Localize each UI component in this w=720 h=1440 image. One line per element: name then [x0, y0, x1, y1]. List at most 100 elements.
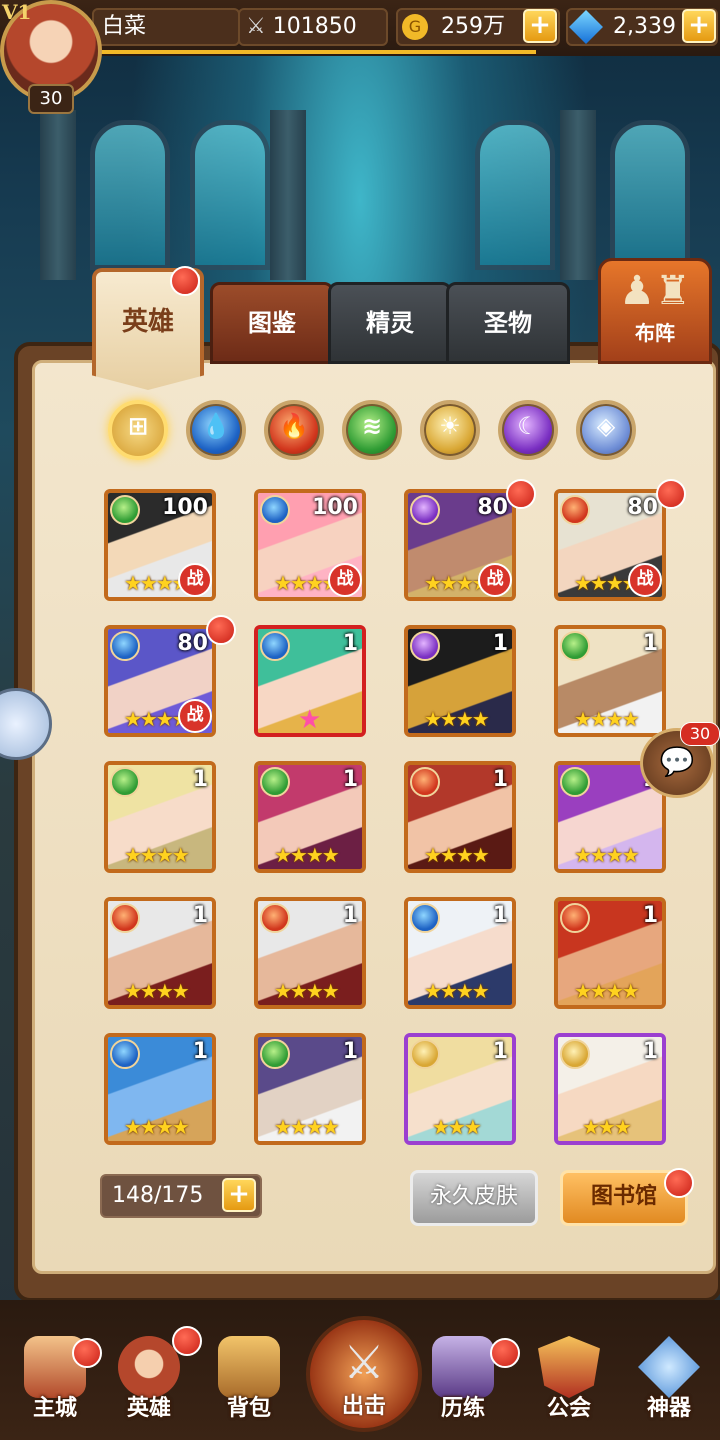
hero-card[interactable]: 1 ★★★: [554, 1033, 666, 1145]
in-battle-badge: 战: [178, 563, 212, 597]
hero-level: 1: [342, 903, 358, 928]
pillar: [560, 110, 596, 280]
light-element-icon: [560, 1039, 590, 1069]
gem-value: 2,339: [613, 14, 676, 39]
in-battle-badge: 战: [478, 563, 512, 597]
power-box: ⚔ 101850: [238, 8, 388, 46]
hero-card[interactable]: 80 ★★★★★ 战: [404, 489, 516, 601]
power-value: 101850: [272, 14, 357, 39]
chess-icon: ♟♜: [619, 268, 691, 314]
hero-card[interactable]: 1 ★★★★: [254, 761, 366, 873]
player-name-box: 白菜: [92, 8, 240, 46]
hero-level: 1: [492, 767, 508, 792]
hero-card[interactable]: 80 ★★★★★ 战: [104, 625, 216, 737]
filter-wind[interactable]: ≋: [342, 400, 402, 460]
hero-level: 1: [342, 767, 358, 792]
nav-battle[interactable]: ⚔ 出击: [306, 1316, 422, 1432]
hero-stars: ★★★★: [424, 843, 490, 867]
filter-void[interactable]: ◈: [576, 400, 636, 460]
filter-dark[interactable]: ☾: [498, 400, 558, 460]
hero-stars: ★★★★: [124, 843, 190, 867]
hero-card[interactable]: 1 ★★★★: [254, 897, 366, 1009]
in-battle-badge: 战: [328, 563, 362, 597]
tab-relic[interactable]: 圣物: [446, 282, 570, 364]
water-icon: 💧: [201, 412, 231, 440]
wind-element-icon: [110, 495, 140, 525]
nav-guild[interactable]: 公会: [524, 1336, 614, 1436]
gold-coin-icon: G: [402, 14, 428, 40]
formation-button[interactable]: ♟♜ 布阵: [598, 258, 712, 364]
nav-label: 英雄: [126, 1396, 171, 1421]
dark-element-icon: [410, 495, 440, 525]
wind-element-icon: [560, 631, 590, 661]
tab-spirit[interactable]: 精灵: [328, 282, 452, 364]
gold-value: 259万: [441, 14, 505, 39]
notification-dot: [170, 266, 200, 296]
dark-element-icon: [410, 631, 440, 661]
add-gold-button[interactable]: +: [523, 9, 557, 43]
hero-card[interactable]: 1 ★★★★: [404, 897, 516, 1009]
hero-card[interactable]: 1 ★★★★: [104, 897, 216, 1009]
nav-label: 历练: [440, 1396, 485, 1421]
sun-icon: ☀: [439, 412, 461, 440]
hero-card[interactable]: 100 ★★★★★ 战: [104, 489, 216, 601]
nav-label: 背包: [226, 1396, 271, 1421]
hero-card[interactable]: 100 ★★★★★ 战: [254, 489, 366, 601]
gem-icon: [569, 10, 603, 44]
hero-level: 1: [342, 631, 358, 656]
hero-card[interactable]: 1 ★★★: [404, 1033, 516, 1145]
wind-element-icon: [560, 767, 590, 797]
filter-water[interactable]: 💧: [186, 400, 246, 460]
water-element-icon: [260, 495, 290, 525]
void-icon: ◈: [596, 412, 616, 440]
chat-bubble-icon: 💬: [659, 745, 695, 778]
expand-capacity-button[interactable]: +: [222, 1178, 256, 1212]
fire-element-icon: [260, 903, 290, 933]
wind-element-icon: [110, 767, 140, 797]
hero-card[interactable]: 1 ★★★★: [404, 761, 516, 873]
exp-bar: [96, 50, 536, 54]
nav-backpack[interactable]: 背包: [204, 1336, 294, 1436]
hero-card[interactable]: 1 ★★★★: [254, 1033, 366, 1145]
hero-card[interactable]: 1 ★★★★: [404, 625, 516, 737]
fire-icon: 🔥: [279, 412, 309, 440]
hero-stars: ★★★: [432, 1115, 482, 1139]
hero-stars: ★★★: [582, 1115, 632, 1139]
hero-card[interactable]: 1 ★: [254, 625, 366, 737]
formation-label: 布阵: [635, 321, 675, 345]
hero-level: 1: [642, 1039, 658, 1064]
hero-card[interactable]: 80 ★★★★★ 战: [554, 489, 666, 601]
nav-artifact[interactable]: 神器: [624, 1336, 714, 1436]
hero-level: 1: [192, 903, 208, 928]
hero-level: 100: [312, 495, 358, 520]
water-element-icon: [410, 903, 440, 933]
hero-card[interactable]: 1 ★★★★: [104, 761, 216, 873]
tab-codex[interactable]: 图鉴: [210, 282, 334, 364]
vip-badge: V1: [2, 0, 32, 24]
hero-level: 1: [492, 631, 508, 656]
hero-level: 1: [642, 631, 658, 656]
filter-light[interactable]: ☀: [420, 400, 480, 460]
hero-card[interactable]: 1 ★★★★: [554, 897, 666, 1009]
hero-level: 1: [192, 767, 208, 792]
wind-element-icon: [260, 767, 290, 797]
filter-fire[interactable]: 🔥: [264, 400, 324, 460]
window: [190, 120, 270, 270]
nav-label: 主城: [32, 1396, 77, 1421]
water-element-icon: [110, 1039, 140, 1069]
hero-stars: ★★★★: [574, 843, 640, 867]
water-element-icon: [110, 631, 140, 661]
filter-all[interactable]: ⊞: [108, 400, 168, 460]
hero-stars: ★★★★: [274, 979, 340, 1003]
hero-card[interactable]: 1 ★★★★: [104, 1033, 216, 1145]
sword-icon: ⚔: [246, 14, 266, 39]
permanent-skin-button[interactable]: 永久皮肤: [410, 1170, 538, 1226]
moon-icon: ☾: [517, 412, 539, 440]
hero-portrait-icon: [118, 1336, 180, 1398]
window: [610, 120, 690, 270]
notification-dot: [490, 1338, 520, 1368]
in-battle-badge: 战: [628, 563, 662, 597]
hero-card[interactable]: 1 ★★★★: [554, 625, 666, 737]
add-gem-button[interactable]: +: [682, 9, 716, 43]
chat-unread-badge: 30: [680, 722, 720, 746]
